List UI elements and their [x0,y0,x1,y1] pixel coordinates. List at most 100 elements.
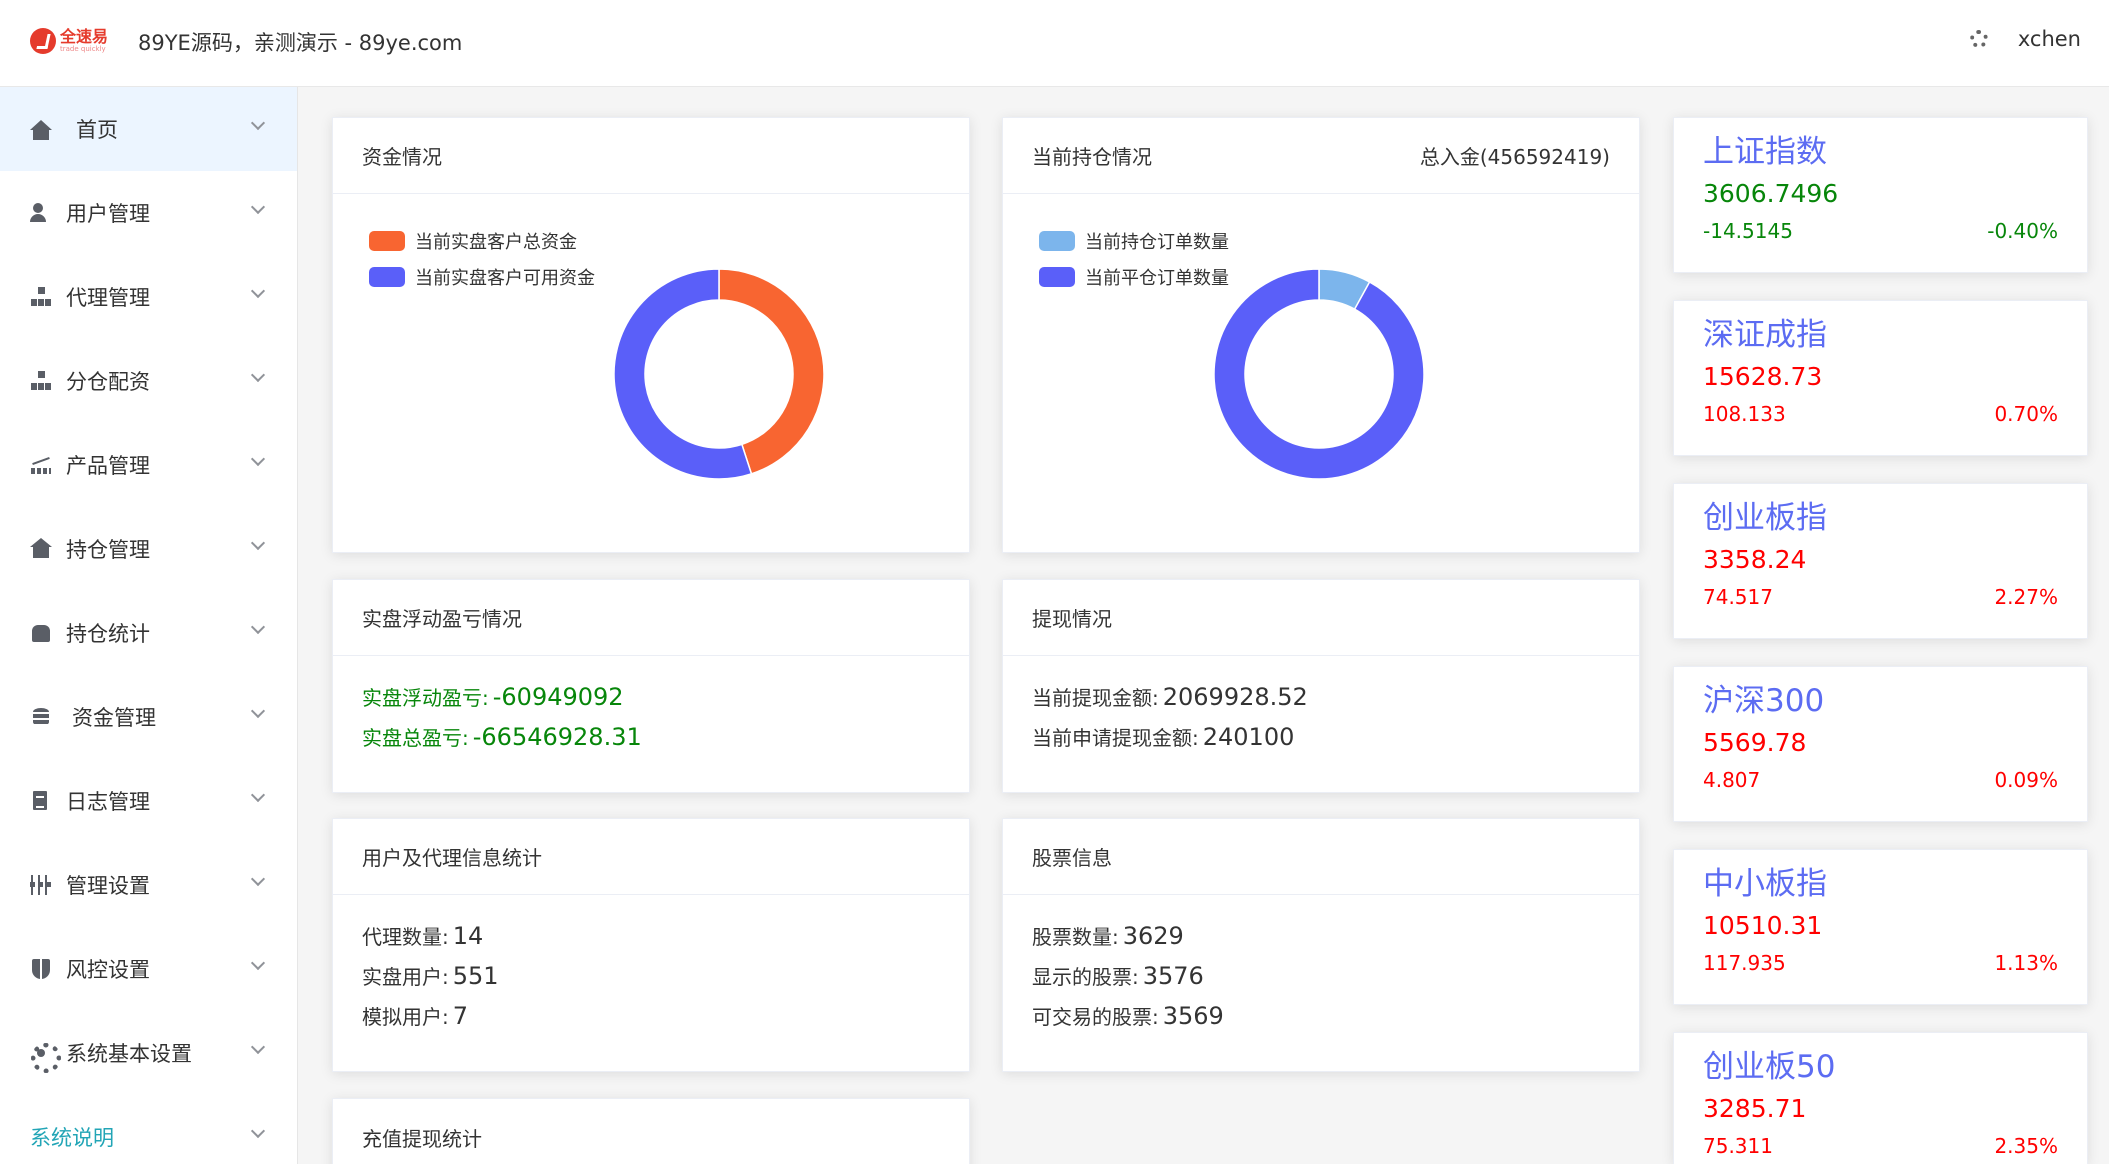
legend-label: 当前实盘客户总资金 [415,232,577,253]
logo-subtext: trade quickly [60,45,106,53]
sidebar-item-label: 系统基本设置 [66,1042,192,1066]
stat-value: 3629 [1122,922,1184,950]
index-name: 中小板指 [1703,866,1827,902]
stat-row: 当前申请提现金额: 240100 [1032,718,1610,758]
index-price: 10510.31 [1703,911,1823,940]
index-change: -14.5145 [1703,219,1793,243]
stat-row: 模拟用户: 7 [362,997,940,1037]
index-change-pct: 1.13% [1994,951,2058,975]
stat-label: 实盘用户: [362,965,449,989]
org-tree-icon [30,370,52,392]
stat-row: 代理数量: 14 [362,917,940,957]
index-price: 3285.71 [1703,1094,1807,1123]
stat-value: 2069928.52 [1162,683,1308,711]
legend-item[interactable]: 当前平仓订单数量 [1039,264,1229,290]
username[interactable]: xchen [2018,27,2081,51]
index-change: 108.133 [1703,402,1786,426]
card-title: 资金情况 [362,145,442,169]
sidebar-item-label: 产品管理 [66,454,150,478]
stat-row: 实盘用户: 551 [362,957,940,997]
legend-item[interactable]: 当前实盘客户总资金 [369,228,577,254]
sidebar-item-label: 持仓统计 [66,622,150,646]
logo-icon [30,28,56,54]
card-title: 用户及代理信息统计 [362,846,542,870]
stat-value: 3576 [1142,962,1204,990]
stat-label: 显示的股票: [1032,965,1139,989]
stat-label: 可交易的股票: [1032,1005,1159,1029]
sidebar-item-home[interactable]: 首页 [0,87,297,171]
sidebar-item-label: 代理管理 [66,286,150,310]
settings-icon[interactable] [1969,30,1988,48]
sidebar-item-label: 资金管理 [72,706,156,730]
index-change-pct: 2.35% [1994,1134,2058,1158]
stat-value: 7 [452,1002,469,1030]
index-card-shenzhen[interactable]: 深证成指 15628.73 108.133 0.70% [1673,300,2088,456]
index-change: 117.935 [1703,951,1786,975]
sidebar-item-admin-settings[interactable]: 管理设置 [0,843,297,927]
sidebar-item-product-management[interactable]: 产品管理 [0,423,297,507]
positions-donut-chart [1213,268,1425,480]
stat-row: 股票数量: 3629 [1032,917,1610,957]
shield-icon [30,958,52,980]
index-card-shanghai[interactable]: 上证指数 3606.7496 -14.5145 -0.40% [1673,117,2088,273]
index-change-pct: 2.27% [1994,585,2058,609]
legend-item[interactable]: 当前持仓订单数量 [1039,228,1229,254]
user-settings-icon [30,202,52,224]
index-name: 创业板50 [1703,1049,1836,1085]
document-icon [30,790,52,812]
gear-icon [30,1042,61,1073]
donut-slice-total-funds[interactable] [718,268,825,475]
stat-row: 显示的股票: 3576 [1032,957,1610,997]
card-title: 实盘浮动盈亏情况 [362,607,522,631]
index-name: 深证成指 [1703,317,1827,353]
stat-value: 14 [452,922,484,950]
stock-info-card: 股票信息 股票数量: 3629 显示的股票: 3576 可交易的股票: 3569 [1002,818,1640,1072]
index-card-chinext[interactable]: 创业板指 3358.24 74.517 2.27% [1673,483,2088,639]
sidebar-item-allocation[interactable]: 分仓配资 [0,339,297,423]
stat-label: 模拟用户: [362,1005,449,1029]
donut-slice-closed-orders[interactable] [1213,268,1425,480]
legend-swatch [369,231,405,251]
legend-swatch [369,267,405,287]
user-agent-stats-card: 用户及代理信息统计 代理数量: 14 实盘用户: 551 模拟用户: 7 [332,818,970,1072]
sidebar-item-risk-settings[interactable]: 风控设置 [0,927,297,1011]
index-name: 沪深300 [1703,683,1825,719]
logo[interactable]: 全速易 trade quickly [30,28,108,54]
stat-label: 当前申请提现金额: [1032,726,1199,750]
card-title: 当前持仓情况 [1032,145,1152,169]
legend-item[interactable]: 当前实盘客户可用资金 [369,264,595,290]
index-card-chinext50[interactable]: 创业板50 3285.71 75.311 2.35% [1673,1032,2088,1164]
stat-label: 实盘浮动盈亏: [362,686,489,710]
site-title: 89YE源码，亲测演示 - 89ye.com [138,31,463,55]
sidebar-item-log-management[interactable]: 日志管理 [0,759,297,843]
sidebar: 首页 用户管理 代理管理 分仓配资 产品管理 持仓管理 持仓统计 资金管理 日志 [0,87,298,1164]
index-price: 5569.78 [1703,728,1807,757]
sidebar-item-user-management[interactable]: 用户管理 [0,171,297,255]
sidebar-item-agent-management[interactable]: 代理管理 [0,255,297,339]
stat-value: -66546928.31 [472,723,642,751]
stat-row: 可交易的股票: 3569 [1032,997,1610,1037]
stat-row: 实盘总盈亏: -66546928.31 [362,718,940,758]
stat-label: 当前提现金额: [1032,686,1159,710]
index-price: 3606.7496 [1703,179,1839,208]
sidebar-item-system-help[interactable]: 系统说明 [0,1095,297,1164]
legend-swatch [1039,267,1075,287]
sidebar-item-fund-management[interactable]: 资金管理 [0,675,297,759]
index-change: 74.517 [1703,585,1773,609]
card-title: 充值提现统计 [362,1126,482,1151]
sidebar-item-position-management[interactable]: 持仓管理 [0,507,297,591]
chart-icon [30,454,52,476]
index-change-pct: 0.09% [1994,768,2058,792]
index-card-sme[interactable]: 中小板指 10510.31 117.935 1.13% [1673,849,2088,1005]
index-price: 15628.73 [1703,362,1823,391]
home-icon [30,120,52,140]
sidebar-item-label: 持仓管理 [66,538,150,562]
legend-swatch [1039,231,1075,251]
sidebar-item-system-settings[interactable]: 系统基本设置 [0,1011,297,1095]
coins-icon [30,706,52,728]
index-name: 创业板指 [1703,500,1827,536]
index-card-csi300[interactable]: 沪深300 5569.78 4.807 0.09% [1673,666,2088,822]
floating-pl-card: 实盘浮动盈亏情况 实盘浮动盈亏: -60949092 实盘总盈亏: -6654692… [332,579,970,793]
sidebar-item-position-stats[interactable]: 持仓统计 [0,591,297,675]
withdraw-card: 提现情况 当前提现金额: 2069928.52 当前申请提现金额: 240100 [1002,579,1640,793]
